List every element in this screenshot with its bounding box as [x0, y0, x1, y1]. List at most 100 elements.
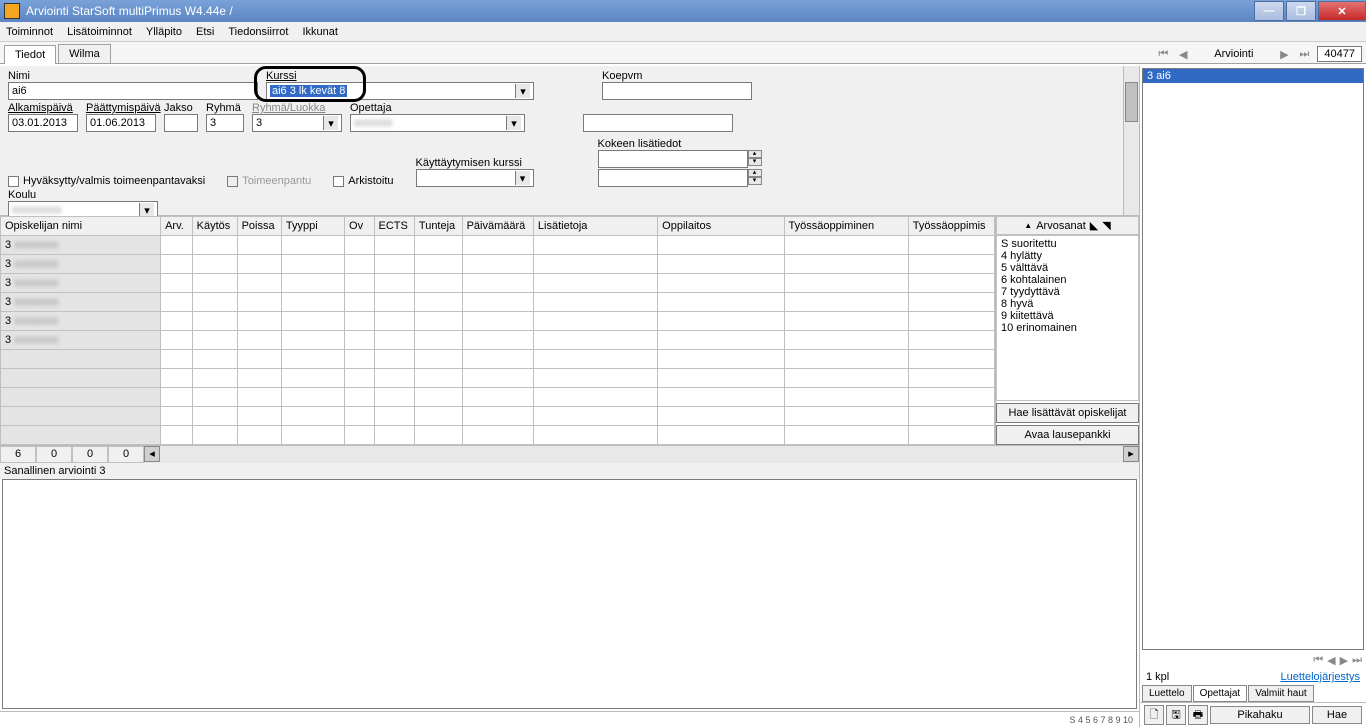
- ryhma-input[interactable]: [206, 114, 244, 132]
- dropdown-arrow-icon[interactable]: ▾: [515, 84, 530, 98]
- table-row[interactable]: 3 xxxxxxxx: [1, 331, 995, 350]
- nav-prev-icon[interactable]: ◀: [1327, 654, 1335, 667]
- dropdown-arrow-icon[interactable]: ▾: [139, 203, 154, 217]
- col-header[interactable]: Poissa: [237, 217, 281, 236]
- sort-asc-icon[interactable]: ◣: [1090, 219, 1098, 232]
- menu-ikkunat[interactable]: Ikkunat: [302, 26, 337, 38]
- pikahaku-button[interactable]: Pikahaku: [1210, 706, 1310, 724]
- loppu-input[interactable]: [86, 114, 156, 132]
- nav-next-icon[interactable]: ▶: [1340, 654, 1348, 667]
- alku-input[interactable]: [8, 114, 78, 132]
- menu-tiedonsiirrot[interactable]: Tiedonsiirrot: [228, 26, 288, 38]
- close-button[interactable]: ✕: [1318, 1, 1366, 21]
- maximize-button[interactable]: ❐: [1286, 1, 1316, 21]
- rtab-luettelo[interactable]: Luettelo: [1142, 685, 1192, 702]
- dropdown-arrow-icon[interactable]: ▾: [506, 116, 521, 130]
- table-row[interactable]: 3 xxxxxxxx: [1, 312, 995, 331]
- col-header[interactable]: Työssäoppiminen: [784, 217, 908, 236]
- dropdown-arrow-icon[interactable]: ▾: [323, 116, 338, 130]
- menu-toiminnot[interactable]: Toiminnot: [6, 26, 53, 38]
- grid-hscrollbar[interactable]: ◂▸: [144, 446, 1139, 463]
- minimize-button[interactable]: —: [1254, 1, 1284, 21]
- col-header[interactable]: Lisätietoja: [533, 217, 657, 236]
- hae-opiskelijat-button[interactable]: Hae lisättävät opiskelijat: [996, 403, 1139, 423]
- scroll-right-icon[interactable]: ▸: [1123, 446, 1139, 462]
- arvosanat-list[interactable]: S suoritettu4 hylätty5 välttävä6 kohtala…: [996, 235, 1139, 401]
- spinner-down-icon[interactable]: ▾: [748, 177, 762, 185]
- arvosana-item[interactable]: 9 kiitettävä: [1001, 310, 1134, 322]
- menu-yllapito[interactable]: Ylläpito: [146, 26, 182, 38]
- arvosana-item[interactable]: 5 välttävä: [1001, 262, 1134, 274]
- spinner-down-icon[interactable]: ▾: [748, 158, 762, 166]
- avaa-lausepankki-button[interactable]: Avaa lausepankki: [996, 425, 1139, 445]
- kurssi-combo[interactable]: ai6 3 lk kevät 8 ▾: [266, 82, 534, 100]
- col-header[interactable]: Oppilaitos: [658, 217, 784, 236]
- rtab-opettajat[interactable]: Opettajat: [1193, 685, 1248, 702]
- table-row[interactable]: [1, 407, 995, 426]
- arvosana-item[interactable]: 7 tyydyttävä: [1001, 286, 1134, 298]
- col-header[interactable]: Arv.: [161, 217, 193, 236]
- nav-first-icon[interactable]: ⏮: [1313, 654, 1323, 667]
- ryhmaluokka-combo[interactable]: 3▾: [252, 114, 342, 132]
- menu-etsi[interactable]: Etsi: [196, 26, 214, 38]
- menu-lisatoiminnot[interactable]: Lisätoiminnot: [67, 26, 132, 38]
- table-row[interactable]: [1, 388, 995, 407]
- arkistoitu-checkbox[interactable]: Arkistoitu: [333, 175, 393, 187]
- right-list-item[interactable]: 3 ai6: [1143, 69, 1363, 83]
- koklisa2-input[interactable]: [598, 169, 748, 187]
- table-row[interactable]: 3 xxxxxxxx: [1, 255, 995, 274]
- col-header[interactable]: Opiskelijan nimi: [1, 217, 161, 236]
- right-list[interactable]: 3 ai6: [1142, 68, 1364, 650]
- tab-tiedot[interactable]: Tiedot: [4, 45, 56, 64]
- col-header[interactable]: Tyyppi: [281, 217, 344, 236]
- col-header[interactable]: Käytös: [192, 217, 237, 236]
- col-header[interactable]: Työssäoppimis: [908, 217, 994, 236]
- koklisa1-input[interactable]: [598, 150, 748, 168]
- arvosana-item[interactable]: 10 erinomainen: [1001, 322, 1134, 334]
- student-grid[interactable]: Opiskelijan nimiArv.KäytösPoissaTyyppiOv…: [0, 216, 995, 445]
- arvosana-item[interactable]: 4 hylätty: [1001, 250, 1134, 262]
- table-row[interactable]: 3 xxxxxxxx: [1, 236, 995, 255]
- table-row[interactable]: 3 xxxxxxxx: [1, 293, 995, 312]
- col-header[interactable]: Päivämäärä: [462, 217, 533, 236]
- sanallinen-textarea[interactable]: [2, 479, 1137, 710]
- nimi-input[interactable]: [8, 82, 258, 100]
- nav-next-icon[interactable]: ▶: [1277, 48, 1291, 61]
- sort-desc-icon[interactable]: ◥: [1102, 219, 1110, 232]
- table-row[interactable]: 3 xxxxxxxx: [1, 274, 995, 293]
- print-icon[interactable]: 🖶: [1188, 705, 1208, 725]
- arvosana-item[interactable]: S suoritettu: [1001, 238, 1134, 250]
- koepvm-input[interactable]: [602, 82, 752, 100]
- tab-wilma[interactable]: Wilma: [58, 44, 111, 63]
- rtab-valmiithaut[interactable]: Valmiit haut: [1248, 685, 1314, 702]
- hae-button[interactable]: Hae: [1312, 706, 1362, 724]
- dropdown-arrow-icon[interactable]: ▾: [515, 171, 530, 185]
- col-header[interactable]: Tunteja: [414, 217, 462, 236]
- right-nav: ⏮ ◀ ▶ ⏭: [1140, 652, 1366, 669]
- arvosana-item[interactable]: 8 hyvä: [1001, 298, 1134, 310]
- opettaja-combo[interactable]: xxxxxxx▾: [350, 114, 525, 132]
- nav-first-icon[interactable]: ⏮: [1156, 48, 1170, 61]
- spinner-up-icon[interactable]: ▴: [748, 150, 762, 158]
- nav-last-icon[interactable]: ⏭: [1352, 654, 1362, 667]
- jakso-input[interactable]: [164, 114, 198, 132]
- footer-counts: 6 0 0 0 ◂▸: [0, 445, 1139, 463]
- col-header[interactable]: Ov: [345, 217, 374, 236]
- table-row[interactable]: [1, 426, 995, 445]
- table-row[interactable]: [1, 369, 995, 388]
- arvosana-item[interactable]: 6 kohtalainen: [1001, 274, 1134, 286]
- spinner-up-icon[interactable]: ▴: [748, 169, 762, 177]
- scroll-left-icon[interactable]: ◂: [144, 446, 160, 462]
- new-icon[interactable]: 🗋: [1144, 705, 1164, 725]
- hyvaksytty-checkbox[interactable]: Hyväksytty/valmis toimeenpantavaksi: [8, 175, 205, 187]
- col-header[interactable]: ECTS: [374, 217, 414, 236]
- nav-last-icon[interactable]: ⏭: [1297, 48, 1311, 61]
- form-scrollbar[interactable]: [1123, 66, 1139, 215]
- nav-prev-icon[interactable]: ◀: [1176, 48, 1190, 61]
- kaytt-combo[interactable]: ▾: [416, 169, 534, 187]
- save-icon[interactable]: 🖫: [1166, 705, 1186, 725]
- scroll-up-icon[interactable]: ▲: [1024, 221, 1032, 230]
- table-row[interactable]: [1, 350, 995, 369]
- luettelojarjestys-link[interactable]: Luettelojärjestys: [1281, 671, 1361, 683]
- koepvm2-input[interactable]: [583, 114, 733, 132]
